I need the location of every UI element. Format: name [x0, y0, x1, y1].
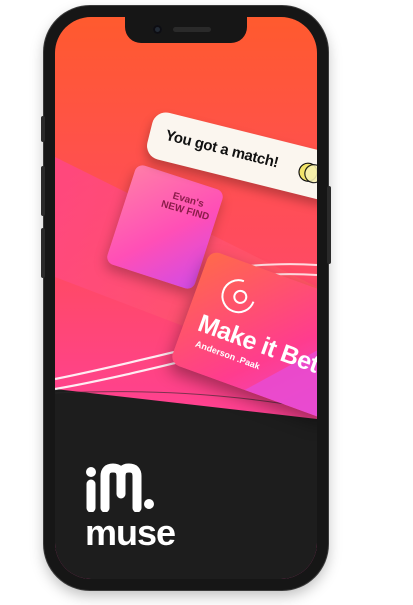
volume-down-button: [41, 228, 45, 278]
silent-switch: [41, 116, 45, 142]
match-avatar-icon: [298, 162, 317, 184]
muse-logo-icon: [86, 463, 154, 512]
earpiece-speaker: [173, 27, 211, 32]
brand-name: muse: [85, 512, 176, 553]
phone-screen: Evan's NEW FIND Make it Better Anderson …: [55, 17, 317, 579]
brand-block: muse: [85, 462, 235, 562]
front-camera: [153, 25, 162, 34]
new-find-label: Evan's NEW FIND: [155, 187, 219, 225]
volume-up-button: [41, 166, 45, 216]
phone-frame: Evan's NEW FIND Make it Better Anderson …: [41, 6, 331, 590]
power-button: [327, 186, 331, 264]
notch: [125, 17, 247, 43]
